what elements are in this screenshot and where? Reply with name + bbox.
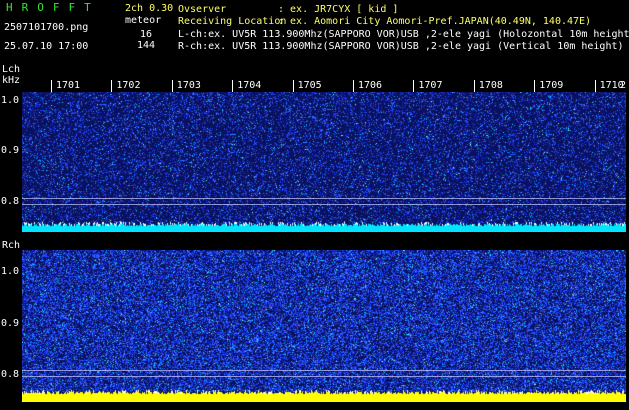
- lch-meteor-count: 16: [140, 29, 153, 40]
- location-key: Receiving Location: [178, 16, 287, 27]
- location-value: : ex. Aomori City Aomori-Pref.JAPAN(40.4…: [278, 16, 592, 27]
- lch-info: L-ch:ex. UV5R 113.900Mhz(SAPPORO VOR)USB…: [178, 29, 629, 40]
- rch-label: Rch: [2, 240, 21, 251]
- time-tick-label: 1704: [237, 80, 262, 91]
- time-tick-mark: [171, 80, 173, 92]
- time-tick-mark: [413, 80, 415, 92]
- time-tick-label: 1707: [418, 80, 443, 91]
- meteor-label: meteor: [125, 15, 162, 26]
- rch-spectrogram: [22, 250, 626, 402]
- time-tick-mark: [111, 80, 113, 92]
- time-tick-label: 1702: [116, 80, 141, 91]
- app-title: HROFFT: [6, 1, 100, 14]
- time-tick-mark: [473, 80, 475, 92]
- observer-key: Ovserver: [178, 4, 227, 15]
- lch-label: Lch: [2, 64, 21, 75]
- rch-ytick-1.0: 1.0: [1, 266, 20, 277]
- lch-ytick-0.8: 0.8: [1, 196, 20, 207]
- observer-value: : ex. JR7CYX [ kid ]: [278, 4, 399, 15]
- filename-label: 2507101700.png: [4, 22, 89, 33]
- time-tick-mark: [232, 80, 234, 92]
- time-tick-mark: [534, 80, 536, 92]
- time-tick-label: 1703: [176, 80, 201, 91]
- time-tick-mark: [292, 80, 294, 92]
- rch-info: R-ch:ex. UV5R 113.900Mhz(SAPPORO VOR)USB…: [178, 41, 624, 52]
- time-tick-label: 1706: [358, 80, 383, 91]
- time-tick-label: 1708: [478, 80, 503, 91]
- time-tick-label: 1705: [297, 80, 322, 91]
- time-tick-label: 1701: [56, 80, 81, 91]
- time-tick-mark: [51, 80, 52, 92]
- rch-ytick-0.8: 0.8: [1, 369, 20, 380]
- time-tick-mark: [353, 80, 354, 92]
- lch-ytick-1.0: 1.0: [1, 95, 20, 106]
- lch-ytick-0.9: 0.9: [1, 145, 20, 156]
- lch-spectrogram: [22, 92, 626, 232]
- time-tick-label: 1709: [539, 80, 564, 91]
- time-tick-label-trailing: 2: [620, 80, 627, 91]
- version-label: 2ch 0.30: [125, 3, 174, 14]
- time-tick-mark: [594, 80, 596, 92]
- khz-unit-label: kHz: [2, 75, 21, 86]
- rch-ytick-0.9: 0.9: [1, 318, 20, 329]
- datetime-label: 25.07.10 17:00: [4, 41, 89, 52]
- rch-meteor-count: 144: [137, 40, 156, 51]
